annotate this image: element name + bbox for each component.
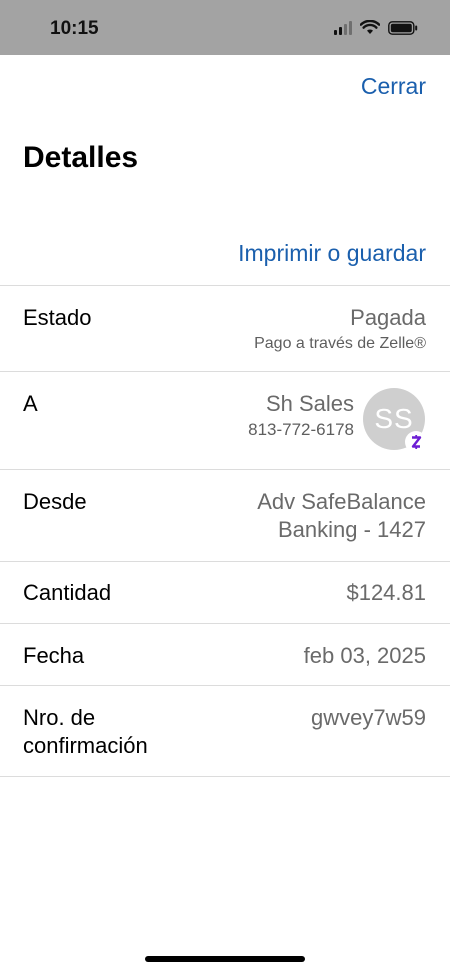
wifi-icon: [360, 20, 380, 34]
avatar-initials: SS: [374, 403, 414, 434]
status-icons: [334, 20, 418, 35]
zelle-icon: [405, 431, 427, 453]
divider: [0, 623, 450, 624]
confirmation-label-line1: Nro. de: [23, 705, 96, 730]
from-account-line2: Banking - 1427: [278, 517, 426, 542]
divider: [0, 685, 450, 686]
status-bar: 10:15: [0, 0, 450, 55]
divider: [0, 371, 450, 372]
recipient-label: A: [23, 391, 38, 416]
battery-icon: [388, 20, 418, 35]
divider: [0, 469, 450, 470]
date-value: feb 03, 2025: [303, 643, 426, 668]
confirmation-value: gwvey7w59: [311, 705, 426, 730]
from-account-line1: Adv SafeBalance: [257, 489, 426, 514]
status-label: Estado: [23, 305, 92, 330]
divider: [0, 561, 450, 562]
recipient-phone: 813-772-6178: [248, 420, 354, 439]
page-title: Detalles: [23, 141, 139, 174]
divider: [0, 285, 450, 286]
close-button[interactable]: Cerrar: [361, 73, 426, 100]
date-label: Fecha: [23, 643, 85, 668]
home-indicator[interactable]: [145, 956, 305, 962]
amount-label: Cantidad: [23, 580, 112, 605]
status-time: 10:15: [50, 18, 99, 39]
recipient-name: Sh Sales: [265, 391, 354, 416]
from-label: Desde: [23, 489, 87, 514]
cellular-signal-icon: [334, 20, 352, 35]
confirmation-label-line2: confirmación: [23, 733, 148, 758]
status-value: Pagada: [350, 305, 426, 330]
print-or-save-button[interactable]: Imprimir o guardar: [238, 240, 426, 267]
amount-value: $124.81: [346, 580, 426, 605]
divider: [0, 776, 450, 777]
status-subvalue: Pago a través de Zelle®: [254, 335, 426, 352]
